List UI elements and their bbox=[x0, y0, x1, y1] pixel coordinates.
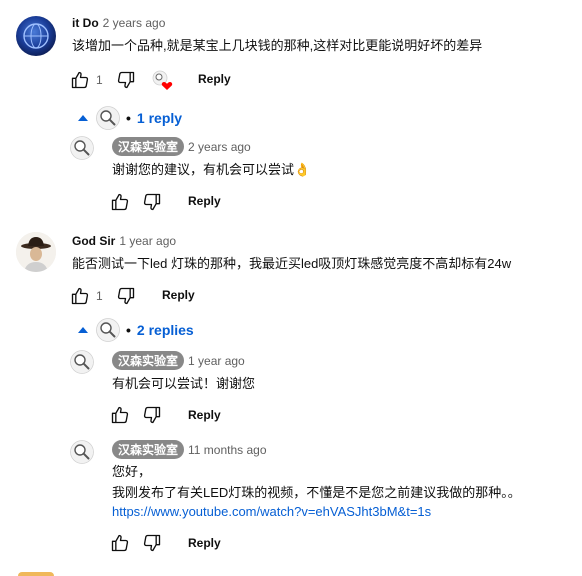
comment-author[interactable]: God Sir bbox=[72, 234, 115, 248]
like-icon[interactable] bbox=[110, 533, 130, 553]
reply-header: 汉森实验室 1 year ago bbox=[112, 351, 245, 370]
caret-up-icon bbox=[78, 115, 88, 121]
reply-button[interactable]: Reply bbox=[198, 72, 231, 86]
comment-header: God Sir 1 year ago bbox=[72, 234, 176, 248]
dislike-icon[interactable] bbox=[142, 405, 162, 425]
dislike-icon[interactable] bbox=[116, 70, 136, 90]
reply-text-line: 您好， bbox=[112, 464, 152, 479]
comment-text: 能否测试一下led 灯珠的那种，我最近买led吸顶灯珠感觉亮度不高却标有24w bbox=[72, 256, 512, 271]
bullet-separator: • bbox=[126, 110, 131, 126]
avatar[interactable] bbox=[70, 350, 94, 374]
reply-button[interactable]: Reply bbox=[188, 408, 221, 422]
reply-text: 谢谢您的建议，有机会可以尝试👌 bbox=[112, 162, 311, 177]
replies-toggle[interactable]: • 1 reply bbox=[78, 106, 182, 130]
like-count: 1 bbox=[96, 289, 103, 303]
avatar[interactable] bbox=[16, 16, 56, 56]
creator-heart-icon bbox=[152, 70, 174, 92]
replies-count-label: 1 reply bbox=[136, 110, 183, 126]
reply-time[interactable]: 2 years ago bbox=[188, 140, 251, 154]
creator-author-chip[interactable]: 汉森实验室 bbox=[112, 440, 185, 459]
creator-avatar-icon bbox=[96, 318, 120, 342]
reply-header: 汉森实验室 2 years ago bbox=[112, 137, 251, 156]
like-icon[interactable] bbox=[70, 70, 90, 90]
like-count: 1 bbox=[96, 73, 103, 87]
reply-button[interactable]: Reply bbox=[188, 536, 221, 550]
dislike-icon[interactable] bbox=[142, 533, 162, 553]
avatar[interactable] bbox=[16, 232, 56, 272]
comment-author[interactable]: it Do bbox=[72, 16, 99, 30]
cowboy-avatar-icon bbox=[16, 232, 56, 272]
reply-text-line: 我刚发布了有关LED灯珠的视频，不懂是不是您之前建议我做的那种。。 bbox=[112, 485, 521, 500]
replies-toggle[interactable]: • 2 replies bbox=[78, 318, 194, 342]
like-icon[interactable] bbox=[70, 286, 90, 306]
comment-text: 该增加一个品种,就是某宝上几块钱的那种,这样对比更能说明好坏的差异 bbox=[72, 38, 483, 53]
reply-text: 有机会可以尝试！谢谢您 bbox=[112, 376, 256, 391]
reply-button[interactable]: Reply bbox=[162, 288, 195, 302]
reply-time[interactable]: 11 months ago bbox=[188, 443, 267, 457]
creator-author-chip[interactable]: 汉森实验室 bbox=[112, 351, 185, 370]
comment-header: it Do 2 years ago bbox=[72, 16, 165, 30]
video-link[interactable]: https://www.youtube.com/watch?v=ehVASJht… bbox=[112, 504, 431, 519]
avatar[interactable] bbox=[70, 440, 94, 464]
comment-time[interactable]: 2 years ago bbox=[103, 16, 166, 30]
creator-avatar-icon bbox=[96, 106, 120, 130]
globe-avatar-icon bbox=[23, 23, 49, 49]
reply-button[interactable]: Reply bbox=[188, 194, 221, 208]
comment-time[interactable]: 1 year ago bbox=[119, 234, 176, 248]
like-icon[interactable] bbox=[110, 405, 130, 425]
creator-author-chip[interactable]: 汉森实验室 bbox=[112, 137, 185, 156]
bullet-separator: • bbox=[126, 322, 131, 338]
reply-time[interactable]: 1 year ago bbox=[188, 354, 245, 368]
next-comment-avatar-edge bbox=[18, 572, 54, 576]
like-icon[interactable] bbox=[110, 192, 130, 212]
caret-up-icon bbox=[78, 327, 88, 333]
dislike-icon[interactable] bbox=[116, 286, 136, 306]
dislike-icon[interactable] bbox=[142, 192, 162, 212]
reply-header: 汉森实验室 11 months ago bbox=[112, 440, 267, 459]
replies-count-label: 2 replies bbox=[136, 322, 194, 338]
avatar[interactable] bbox=[70, 136, 94, 160]
